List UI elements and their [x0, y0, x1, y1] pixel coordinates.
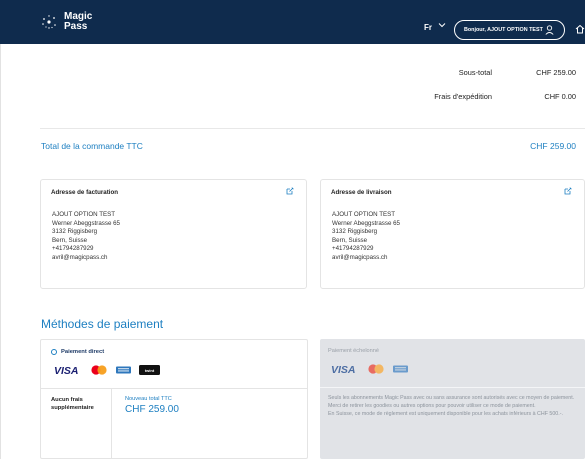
amex-icon — [116, 366, 131, 374]
shipping-region-country: Bern, Suisse — [332, 236, 368, 244]
summary-divider — [40, 128, 585, 129]
magic-pass-logo-icon[interactable] — [40, 13, 58, 31]
installment-message-line-2: Merci de retirer les goodies ou autres o… — [328, 403, 536, 409]
billing-email: avril@magicpass.ch — [52, 253, 108, 261]
amex-line-2-icon — [118, 370, 129, 372]
chevron-down-icon[interactable] — [438, 22, 446, 28]
direct-payment-radio[interactable] — [51, 349, 57, 355]
shipping-email: avril@magicpass.ch — [332, 253, 388, 261]
payment-methods-title: Méthodes de paiement — [41, 317, 164, 331]
billing-postcode-city: 3132 Riggisberg — [52, 228, 98, 235]
top-header: Magic Pass Fr Bonjour, AJOUT OPTION TEST — [0, 0, 585, 44]
mastercard-icon — [91, 365, 107, 375]
direct-payment-logos: VISA twint — [54, 365, 160, 376]
billing-phone: +41794287929 — [52, 245, 94, 252]
new-total-label: Nouveau total TTC — [125, 396, 172, 402]
shipping-address-card: Adresse de livraison AJOUT OPTION TEST W… — [320, 179, 585, 289]
installment-payment-title: Paiement échelonné — [328, 348, 380, 354]
direct-payment-separator — [41, 388, 307, 389]
direct-payment-option[interactable]: Paiement direct VISA twint Aucun frais s… — [40, 339, 308, 459]
billing-name: AJOUT OPTION TEST — [52, 211, 116, 218]
subtotal-label: Sous-total — [458, 68, 492, 77]
visa-icon: VISA — [54, 365, 79, 376]
user-icon — [545, 25, 554, 35]
shipping-street: Werner Abeggstrasse 65 — [332, 219, 400, 227]
billing-address-title: Adresse de facturation — [51, 189, 119, 196]
shipping-name: AJOUT OPTION TEST — [332, 211, 396, 218]
account-button[interactable]: Bonjour, AJOUT OPTION TEST — [454, 20, 565, 40]
visa-icon: VISA — [331, 364, 356, 375]
shipping-phone: +41794287929 — [332, 245, 374, 252]
language-selector[interactable]: Fr — [424, 23, 432, 32]
billing-street: Werner Abeggstrasse 65 — [52, 219, 120, 227]
direct-payment-vertical-separator — [111, 388, 112, 459]
edit-shipping-icon[interactable] — [564, 187, 572, 195]
installment-message-line-1: Seuls les abonnements Magic Pass avec ou… — [328, 395, 575, 401]
shipping-postcode-city: 3132 Riggisberg — [332, 228, 378, 235]
twint-label: twint — [145, 368, 155, 373]
amex-line-icon — [395, 367, 406, 369]
brand-name[interactable]: Magic Pass — [64, 12, 104, 32]
shipping-address-title: Adresse de livraison — [331, 189, 392, 196]
order-total-label: Total de la commande TTC — [41, 141, 143, 151]
edit-billing-icon[interactable] — [286, 187, 294, 195]
shipping-address-lines: AJOUT OPTION TEST Werner Abeggstrasse 65… — [332, 211, 400, 262]
home-icon[interactable] — [575, 24, 585, 34]
brand-line-2: Pass — [64, 21, 88, 32]
installment-payment-option: Paiement échelonné VISA Seuls les abonne… — [320, 339, 585, 459]
installment-message-line-3: En Suisse, ce mode de règlement est uniq… — [328, 411, 563, 417]
installment-restriction-message: Seuls les abonnements Magic Pass avec ou… — [328, 394, 578, 418]
mastercard-icon — [368, 364, 384, 374]
subtotal-value: CHF 259.00 — [536, 68, 576, 77]
billing-address-lines: AJOUT OPTION TEST Werner Abeggstrasse 65… — [52, 211, 120, 262]
installment-separator — [320, 387, 585, 388]
billing-region-country: Bern, Suisse — [52, 236, 88, 244]
order-total-value: CHF 259.00 — [530, 141, 576, 151]
shipping-fee-value: CHF 0.00 — [544, 92, 576, 101]
amex-icon — [393, 365, 408, 373]
new-total-value: CHF 259.00 — [125, 404, 179, 415]
direct-payment-title: Paiement direct — [61, 349, 105, 355]
no-fee-text: Aucun frais supplémentaire — [51, 397, 94, 411]
billing-address-card: Adresse de facturation AJOUT OPTION TEST… — [40, 179, 307, 289]
amex-line-icon — [118, 368, 129, 370]
amex-line-2-icon — [395, 369, 406, 371]
account-button-label: Bonjour, AJOUT OPTION TEST — [464, 27, 543, 33]
installment-payment-logos: VISA — [331, 364, 408, 375]
shipping-fee-label: Frais d'expédition — [434, 92, 492, 101]
